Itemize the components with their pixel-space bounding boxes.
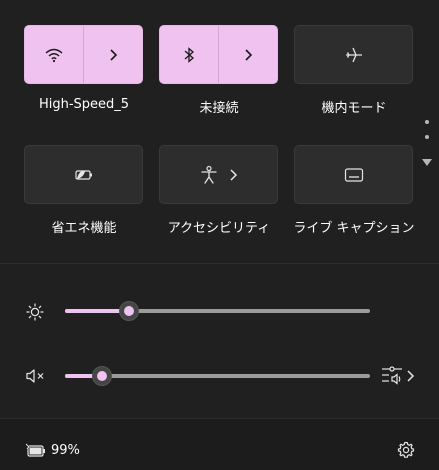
quick-settings-panel: High-Speed_5 未接続 機内モード 省エネ機能 アクセシビリティ ライ…	[0, 0, 439, 263]
page-dot[interactable]	[425, 120, 429, 124]
battery-charging-icon[interactable]	[25, 443, 47, 459]
bluetooth-expand-button[interactable]	[219, 26, 277, 83]
bluetooth-label: 未接続	[199, 101, 239, 116]
accessibility-label: アクセシビリティ	[167, 221, 271, 236]
airplane-tile[interactable]	[294, 25, 413, 84]
airplane-label: 機内モード	[321, 101, 387, 116]
pager-down-icon[interactable]	[422, 152, 432, 171]
sound-output-icon	[381, 365, 403, 389]
bluetooth-toggle-button[interactable]	[160, 26, 219, 83]
wifi-label: High-Speed_5	[38, 97, 130, 112]
battery-saver-icon	[73, 167, 95, 183]
chevron-right-icon[interactable]	[405, 369, 415, 383]
wifi-toggle-button[interactable]	[25, 26, 84, 83]
accessibility-icon	[200, 165, 218, 185]
battery-saver-label: 省エネ機能	[51, 221, 117, 236]
chevron-right-icon	[108, 48, 118, 62]
bluetooth-tile[interactable]	[159, 25, 278, 84]
wifi-expand-button[interactable]	[84, 26, 142, 83]
brightness-slider[interactable]	[65, 309, 370, 313]
slider-section	[0, 264, 439, 418]
battery-percent[interactable]: 99%	[51, 443, 80, 458]
wifi-icon	[44, 47, 64, 63]
live-captions-label: ライブ キャプション	[293, 221, 415, 236]
volume-muted-icon[interactable]	[25, 367, 47, 385]
volume-thumb[interactable]	[92, 366, 112, 386]
accessibility-tile[interactable]	[159, 145, 278, 204]
chevron-right-icon	[228, 168, 238, 182]
wifi-tile[interactable]	[24, 25, 143, 84]
chevron-right-icon	[243, 48, 253, 62]
battery-saver-tile[interactable]	[24, 145, 143, 204]
page-indicator[interactable]	[421, 118, 433, 166]
airplane-icon	[344, 46, 364, 64]
footer-bar: 99%	[0, 418, 439, 470]
live-captions-tile[interactable]	[294, 145, 413, 204]
bluetooth-icon	[183, 46, 195, 64]
sound-output-button[interactable]	[381, 365, 403, 389]
gear-icon[interactable]	[397, 441, 415, 459]
live-captions-icon	[344, 167, 364, 183]
sun-icon	[26, 303, 44, 321]
brightness-thumb[interactable]	[119, 301, 139, 321]
page-dot[interactable]	[425, 135, 429, 139]
